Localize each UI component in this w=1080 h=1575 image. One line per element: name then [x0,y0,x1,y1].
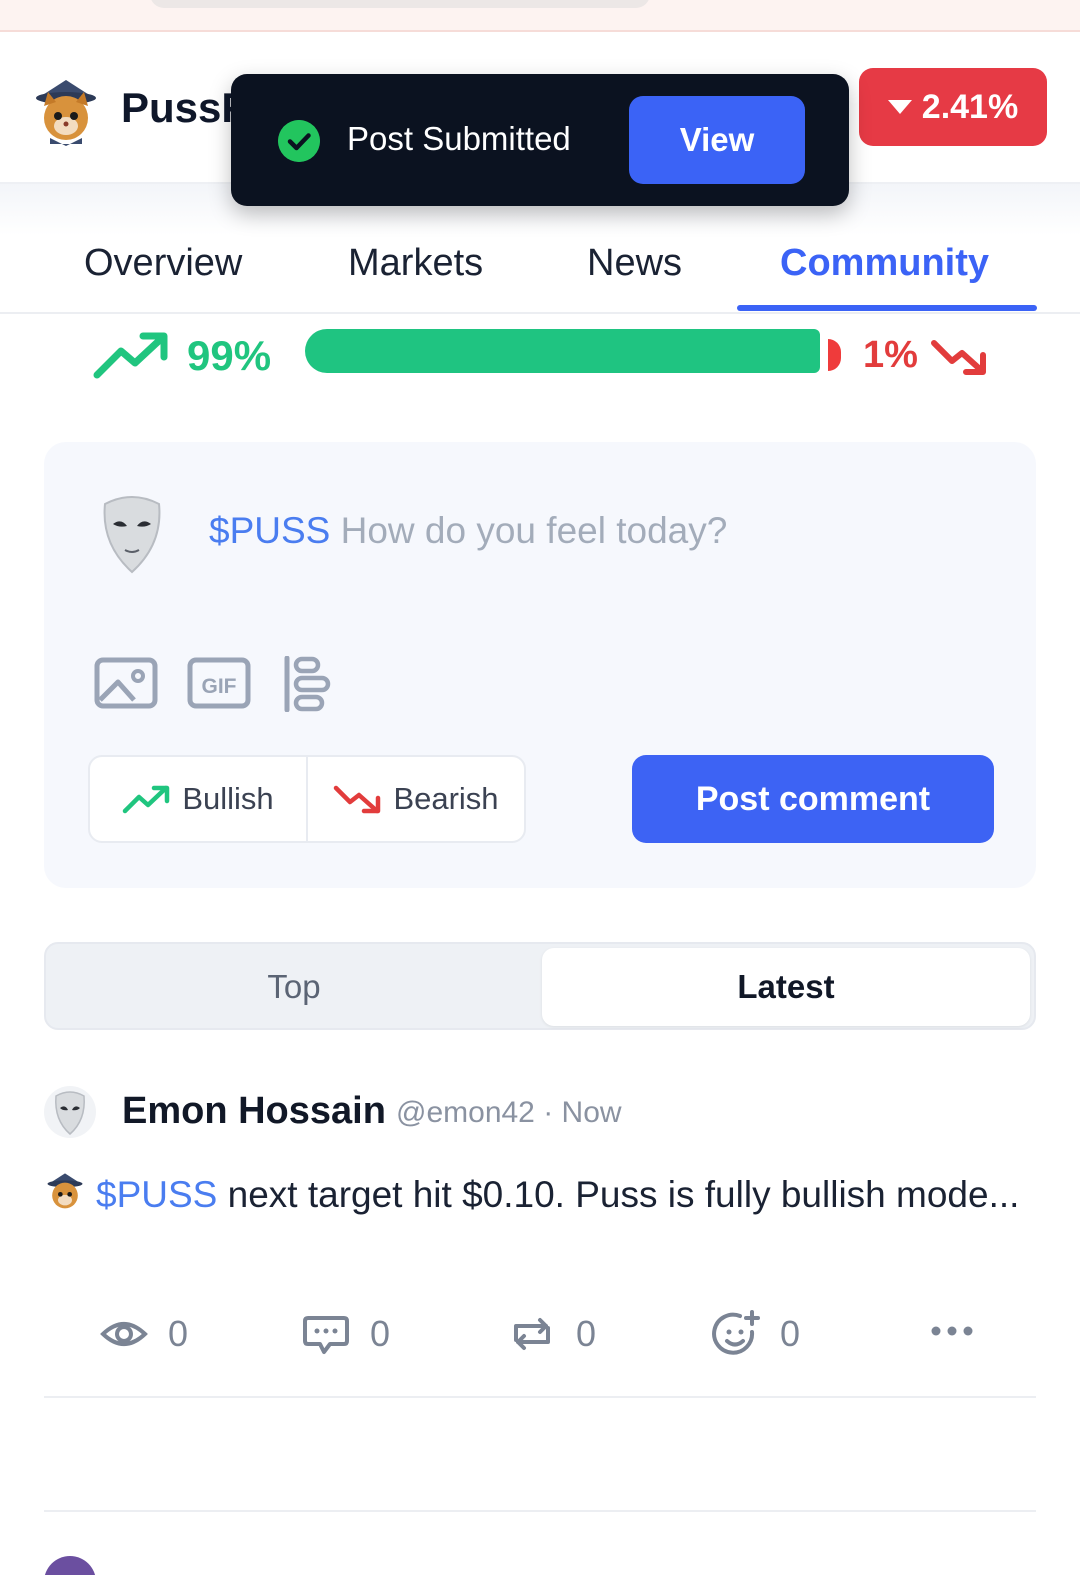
sentiment-selector: Bullish Bearish [88,755,526,843]
token-name: PussF [121,84,248,131]
tab-news[interactable]: News [587,242,682,285]
feed-sort-toggle: Top Latest [44,942,1036,1030]
views-count: 0 [168,1313,189,1354]
browser-top-bar [0,0,1080,32]
composer-placeholder: How do you feel today? [340,510,728,551]
trending-up-icon [93,332,168,379]
post-ticker[interactable]: $PUSS [96,1174,217,1215]
more-options-icon[interactable] [928,1316,976,1346]
post-divider [44,1396,1036,1398]
active-tab-indicator [737,305,1037,311]
caret-down-icon [887,100,912,114]
post-submitted-toast: Post Submitted View [231,74,849,206]
bearish-button[interactable]: Bearish [306,757,524,841]
bullish-label: Bullish [182,781,274,816]
post-text: next target hit $0.10. Puss is fully bul… [217,1174,1020,1215]
check-circle-icon [278,120,320,162]
address-pill [150,0,650,8]
gif-icon[interactable]: GIF [187,656,251,712]
author-avatar[interactable] [44,1084,96,1140]
repost-icon [514,1318,550,1350]
toast-message: Post Submitted [347,120,571,157]
reposts-stat[interactable]: 0 [508,1310,596,1358]
composer-input[interactable]: $PUSS How do you feel today? [209,510,727,552]
author-name[interactable]: Emon Hossain [122,1090,386,1133]
composer-ticker: $PUSS [209,510,331,551]
trending-down-icon [931,340,986,375]
add-reaction-icon [712,1310,760,1355]
sort-top-tab[interactable]: Top [50,948,538,1026]
tab-community[interactable]: Community [780,242,989,285]
next-post-avatar[interactable] [44,1556,96,1575]
bearish-fill [828,339,841,371]
reactions-count: 0 [780,1313,801,1354]
sentiment-meter: 99% 1% [0,318,1080,398]
puss-logo-icon [47,1173,83,1209]
bullish-button[interactable]: Bullish [90,757,306,841]
tab-markets[interactable]: Markets [348,242,483,285]
post-composer: $PUSS How do you feel today? GIF Bullish [44,442,1036,888]
view-post-button[interactable]: View [629,96,805,184]
eye-icon [100,1322,148,1346]
sentiment-bar [305,329,841,373]
image-icon[interactable] [94,656,158,712]
views-stat: 0 [100,1310,188,1358]
comment-icon [303,1316,349,1354]
comments-stat[interactable]: 0 [302,1310,390,1358]
svg-text:GIF: GIF [202,675,237,698]
post-body: $PUSS next target hit $0.10. Puss is ful… [44,1166,1024,1224]
trending-down-icon [334,785,381,814]
reposts-count: 0 [576,1313,597,1354]
poll-icon[interactable] [282,656,332,712]
sort-latest-tab[interactable]: Latest [542,948,1030,1026]
trending-up-icon [123,785,170,814]
author-handle: @emon42 · Now [396,1096,622,1129]
mask-avatar-icon [103,496,161,574]
puss-logo-icon [36,80,96,146]
bullish-fill [305,329,820,373]
bearish-percent: 1% [863,334,918,376]
bearish-label: Bearish [393,781,499,816]
bullish-percent: 99% [187,332,272,379]
price-change-badge: 2.41% [859,68,1047,146]
post-comment-button[interactable]: Post comment [632,755,994,843]
tab-overview[interactable]: Overview [84,242,242,285]
post-divider [44,1510,1036,1512]
price-change-value: 2.41% [921,87,1019,126]
comments-count: 0 [370,1313,391,1354]
reactions-stat[interactable]: 0 [712,1310,800,1358]
